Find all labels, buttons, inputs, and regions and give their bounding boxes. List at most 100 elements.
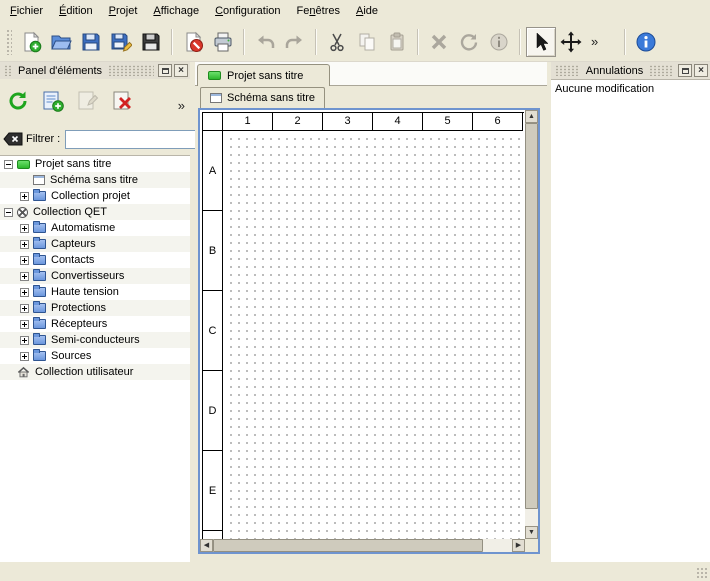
clear-filter-button[interactable] xyxy=(3,130,23,148)
tree-item-convertisseurs[interactable]: Convertisseurs xyxy=(0,268,190,284)
collapse-icon[interactable] xyxy=(4,160,13,169)
edit-element-button[interactable] xyxy=(73,86,103,116)
print-icon xyxy=(212,31,234,53)
vertical-scroll-thumb[interactable] xyxy=(525,123,538,509)
tree-item-protections[interactable]: Protections xyxy=(0,300,190,316)
expand-icon[interactable] xyxy=(20,272,29,281)
cut-button[interactable] xyxy=(322,27,352,57)
dock-close-button[interactable]: × xyxy=(694,64,708,77)
undo-panel-titlebar[interactable]: Annulations × xyxy=(551,62,710,79)
folder-icon xyxy=(33,335,46,345)
project-tab-page: Schéma sans titre 1 2 3 4 5 6 xyxy=(195,86,547,562)
edit-element-icon xyxy=(76,89,100,113)
tree-item-contacts[interactable]: Contacts xyxy=(0,252,190,268)
dock-close-button[interactable]: × xyxy=(174,64,188,77)
expand-icon[interactable] xyxy=(20,192,29,201)
toolbar-handle[interactable] xyxy=(6,29,12,55)
scroll-left-button[interactable]: ◀ xyxy=(200,539,213,552)
scroll-up-button[interactable]: ▲ xyxy=(525,110,538,123)
new-file-button[interactable] xyxy=(16,27,46,57)
new-element-button[interactable] xyxy=(38,86,68,116)
menu-item-configuration[interactable]: Configuration xyxy=(207,1,288,21)
tree-item-automatisme[interactable]: Automatisme xyxy=(0,220,190,236)
expand-icon[interactable] xyxy=(20,240,29,249)
scroll-down-button[interactable]: ▼ xyxy=(525,526,538,539)
tree-item-sources[interactable]: Sources xyxy=(0,348,190,364)
dock-float-button[interactable] xyxy=(158,64,172,77)
tree-item-recepteurs[interactable]: Récepteurs xyxy=(0,316,190,332)
select-mode-button[interactable] xyxy=(526,27,556,57)
close-file-button[interactable] xyxy=(178,27,208,57)
delete-element-icon xyxy=(111,89,135,113)
expand-icon[interactable] xyxy=(20,320,29,329)
menu-item-fichier[interactable]: Fichier xyxy=(2,1,51,21)
panel-overflow-button[interactable]: » xyxy=(178,98,185,113)
schema-tab[interactable]: Schéma sans titre xyxy=(200,87,325,108)
tree-item-schema[interactable]: Schéma sans titre xyxy=(0,172,190,188)
pan-mode-button[interactable] xyxy=(556,27,586,57)
elements-panel-toolbar: » xyxy=(0,84,190,118)
expand-icon[interactable] xyxy=(20,336,29,345)
menu-item-fenetres[interactable]: Fenêtres xyxy=(289,1,348,21)
scroll-right-button[interactable]: ▶ xyxy=(512,539,525,552)
undo-list[interactable]: Aucune modification xyxy=(551,79,710,562)
expand-icon[interactable] xyxy=(20,224,29,233)
delete-element-button[interactable] xyxy=(108,86,138,116)
tree-item-project[interactable]: Projet sans titre xyxy=(0,156,190,172)
project-tab[interactable]: Projet sans titre xyxy=(197,64,330,86)
filter-row: Filtrer : xyxy=(3,129,187,149)
column-header-cell: 1 xyxy=(223,113,273,131)
toolbar-overflow-button[interactable]: » xyxy=(586,34,603,49)
toolbar-separator xyxy=(519,29,521,55)
tree-item-semi-conducteurs[interactable]: Semi-conducteurs xyxy=(0,332,190,348)
menu-item-edition[interactable]: Édition xyxy=(51,1,101,21)
dock-float-button[interactable] xyxy=(678,64,692,77)
tree-item-haute-tension[interactable]: Haute tension xyxy=(0,284,190,300)
undo-button[interactable] xyxy=(250,27,280,57)
tree-item-collection-projet[interactable]: Collection projet xyxy=(0,188,190,204)
delete-button[interactable] xyxy=(424,27,454,57)
save-as-button[interactable] xyxy=(106,27,136,57)
save-all-button[interactable] xyxy=(136,27,166,57)
tree-item-collection-utilisateur[interactable]: Collection utilisateur xyxy=(0,364,190,380)
horizontal-scroll-thumb[interactable] xyxy=(213,539,483,552)
paste-icon xyxy=(386,31,408,53)
filter-label: Filtrer : xyxy=(26,133,60,145)
tree-item-collection-qet[interactable]: Collection QET xyxy=(0,204,190,220)
schema-canvas[interactable] xyxy=(224,132,524,539)
column-header-cell: 3 xyxy=(323,113,373,131)
rotate-button[interactable] xyxy=(454,27,484,57)
reload-collections-button[interactable] xyxy=(3,86,33,116)
column-header-cell: 6 xyxy=(473,113,523,131)
expand-icon[interactable] xyxy=(20,288,29,297)
schema-viewport[interactable]: 1 2 3 4 5 6 A B C D E xyxy=(200,110,525,539)
column-ruler: 1 2 3 4 5 6 xyxy=(223,113,523,131)
horizontal-scrollbar[interactable]: ◀ ▶ xyxy=(200,539,525,552)
elements-tree[interactable]: Projet sans titre Schéma sans titre Coll… xyxy=(0,155,190,562)
float-icon xyxy=(162,68,169,74)
save-button[interactable] xyxy=(76,27,106,57)
redo-button[interactable] xyxy=(280,27,310,57)
element-info-button[interactable] xyxy=(484,27,514,57)
menubar: Fichier Édition Projet Affichage Configu… xyxy=(0,0,710,22)
vertical-scrollbar[interactable]: ▲ ▼ xyxy=(525,110,538,539)
print-button[interactable] xyxy=(208,27,238,57)
expand-icon[interactable] xyxy=(20,352,29,361)
menu-item-affichage[interactable]: Affichage xyxy=(145,1,207,21)
expand-icon[interactable] xyxy=(20,256,29,265)
menu-item-aide[interactable]: Aide xyxy=(348,1,386,21)
open-file-button[interactable] xyxy=(46,27,76,57)
folder-icon xyxy=(33,191,46,201)
copy-button[interactable] xyxy=(352,27,382,57)
expand-icon[interactable] xyxy=(20,304,29,313)
paste-button[interactable] xyxy=(382,27,412,57)
filter-input[interactable] xyxy=(65,130,215,149)
menu-item-projet[interactable]: Projet xyxy=(101,1,146,21)
collapse-icon[interactable] xyxy=(4,208,13,217)
tree-item-capteurs[interactable]: Capteurs xyxy=(0,236,190,252)
about-button[interactable] xyxy=(631,27,661,57)
elements-panel-titlebar[interactable]: Panel d'éléments × xyxy=(0,62,190,79)
new-element-icon xyxy=(41,89,65,113)
resize-grip[interactable] xyxy=(696,567,708,579)
dock-handle-dots xyxy=(649,65,674,76)
